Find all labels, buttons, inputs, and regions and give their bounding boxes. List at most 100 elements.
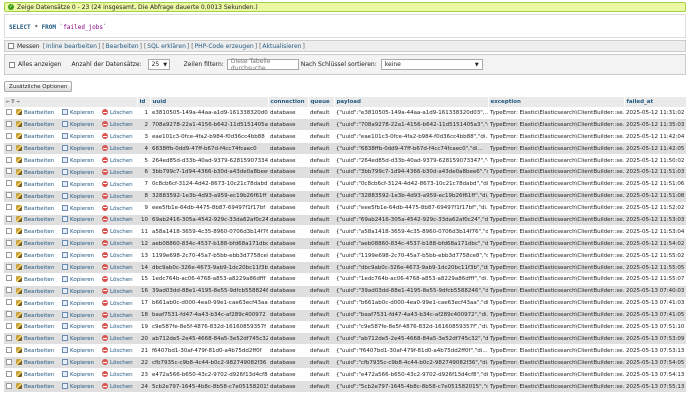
row-copy-action[interactable]: Kopieren — [60, 308, 100, 322]
row-copy-action[interactable]: Kopieren — [60, 106, 100, 119]
row-delete-action[interactable]: Löschen — [100, 165, 137, 179]
row-copy-action[interactable]: Kopieren — [60, 177, 100, 191]
row-checkbox[interactable] — [6, 370, 12, 377]
row-delete-action[interactable]: Löschen — [100, 284, 137, 298]
header-exception[interactable]: exception — [488, 97, 625, 107]
header-queue[interactable]: queue — [308, 97, 335, 107]
row-delete-action[interactable]: Löschen — [100, 296, 137, 310]
row-checkbox[interactable] — [6, 144, 12, 151]
profiling-checkbox[interactable] — [8, 43, 14, 49]
row-delete-action[interactable]: Löschen — [100, 332, 137, 345]
row-edit-action[interactable]: Bearbeiten — [14, 165, 60, 179]
show-all-checkbox[interactable] — [9, 61, 15, 68]
row-copy-action[interactable]: Kopieren — [60, 213, 100, 226]
row-delete-action[interactable]: Löschen — [100, 261, 137, 274]
row-copy-action[interactable]: Kopieren — [60, 344, 100, 357]
row-checkbox[interactable] — [6, 156, 12, 163]
row-copy-action[interactable]: Kopieren — [60, 356, 100, 369]
row-checkbox[interactable] — [6, 287, 12, 294]
row-edit-action[interactable]: Bearbeiten — [14, 261, 60, 274]
row-edit-action[interactable]: Bearbeiten — [14, 344, 60, 357]
row-delete-action[interactable]: Löschen — [100, 189, 137, 203]
row-delete-action[interactable]: Löschen — [100, 118, 137, 131]
row-edit-action[interactable]: Bearbeiten — [14, 320, 60, 333]
row-copy-action[interactable]: Kopieren — [60, 165, 100, 179]
create-php-link[interactable]: PHP-Code erzeugen — [195, 43, 254, 50]
inline-edit-link[interactable]: Inline bearbeiten — [46, 43, 97, 50]
row-checkbox[interactable] — [6, 192, 12, 199]
row-edit-action[interactable]: Bearbeiten — [14, 284, 60, 298]
row-copy-action[interactable]: Kopieren — [60, 225, 100, 238]
row-edit-action[interactable]: Bearbeiten — [14, 272, 60, 286]
row-edit-action[interactable]: Bearbeiten — [14, 225, 60, 238]
row-edit-action[interactable]: Bearbeiten — [14, 379, 60, 393]
row-edit-action[interactable]: Bearbeiten — [14, 130, 60, 143]
row-checkbox[interactable] — [6, 382, 12, 389]
row-copy-action[interactable]: Kopieren — [60, 379, 100, 393]
row-delete-action[interactable]: Löschen — [100, 154, 137, 167]
row-copy-action[interactable]: Kopieren — [60, 189, 100, 203]
refresh-link[interactable]: Aktualisieren — [262, 43, 301, 50]
row-delete-action[interactable]: Löschen — [100, 201, 137, 215]
row-checkbox[interactable] — [6, 239, 12, 246]
header-uuid[interactable]: uuid — [150, 97, 269, 107]
row-checkbox[interactable] — [6, 215, 12, 222]
row-edit-action[interactable]: Bearbeiten — [14, 368, 60, 381]
row-delete-action[interactable]: Löschen — [100, 142, 137, 155]
row-delete-action[interactable]: Löschen — [100, 356, 137, 369]
row-checkbox[interactable] — [6, 322, 12, 329]
row-edit-action[interactable]: Bearbeiten — [14, 189, 60, 203]
row-copy-action[interactable]: Kopieren — [60, 237, 100, 250]
filter-rows-input[interactable]: Diese Tabelle durchsuche — [226, 58, 299, 72]
row-edit-action[interactable]: Bearbeiten — [14, 177, 60, 191]
explain-sql-link[interactable]: SQL erklären — [147, 43, 186, 50]
row-copy-action[interactable]: Kopieren — [60, 272, 100, 286]
row-checkbox[interactable] — [6, 334, 12, 341]
row-delete-action[interactable]: Löschen — [100, 213, 137, 226]
header-failed-at[interactable]: failed_at — [624, 97, 687, 107]
row-copy-action[interactable]: Kopieren — [60, 249, 100, 262]
row-copy-action[interactable]: Kopieren — [60, 201, 100, 215]
row-copy-action[interactable]: Kopieren — [60, 320, 100, 333]
row-copy-action[interactable]: Kopieren — [60, 296, 100, 310]
edit-link[interactable]: Bearbeiten — [106, 43, 139, 50]
row-delete-action[interactable]: Löschen — [100, 130, 137, 143]
rows-count-select[interactable]: 25 ▼ — [147, 59, 170, 70]
row-edit-action[interactable]: Bearbeiten — [14, 237, 60, 250]
row-checkbox[interactable] — [6, 108, 12, 115]
row-edit-action[interactable]: Bearbeiten — [14, 332, 60, 345]
row-checkbox[interactable] — [6, 180, 12, 187]
row-delete-action[interactable]: Löschen — [100, 177, 137, 191]
header-id[interactable]: id — [137, 97, 151, 107]
row-checkbox[interactable] — [6, 204, 12, 211]
row-checkbox[interactable] — [6, 251, 12, 258]
row-checkbox[interactable] — [6, 120, 12, 127]
row-copy-action[interactable]: Kopieren — [60, 142, 100, 155]
row-checkbox[interactable] — [6, 275, 12, 282]
row-checkbox[interactable] — [6, 299, 12, 306]
row-copy-action[interactable]: Kopieren — [60, 368, 100, 381]
row-checkbox[interactable] — [6, 346, 12, 353]
row-edit-action[interactable]: Bearbeiten — [14, 296, 60, 310]
row-delete-action[interactable]: Löschen — [100, 272, 137, 286]
row-delete-action[interactable]: Löschen — [100, 308, 137, 322]
row-copy-action[interactable]: Kopieren — [60, 332, 100, 345]
row-copy-action[interactable]: Kopieren — [60, 154, 100, 167]
row-delete-action[interactable]: Löschen — [100, 106, 137, 119]
header-connection[interactable]: connection — [268, 97, 309, 107]
row-edit-action[interactable]: Bearbeiten — [14, 308, 60, 322]
sort-by-key-select[interactable]: keine ▼ — [380, 59, 483, 70]
row-checkbox[interactable] — [6, 132, 12, 139]
row-edit-action[interactable]: Bearbeiten — [14, 106, 60, 119]
row-copy-action[interactable]: Kopieren — [60, 261, 100, 274]
row-edit-action[interactable]: Bearbeiten — [14, 118, 60, 131]
row-edit-action[interactable]: Bearbeiten — [14, 356, 60, 369]
row-edit-action[interactable]: Bearbeiten — [14, 213, 60, 226]
row-copy-action[interactable]: Kopieren — [60, 118, 100, 131]
header-payload[interactable]: payload — [334, 97, 489, 107]
row-delete-action[interactable]: Löschen — [100, 368, 137, 381]
row-delete-action[interactable]: Löschen — [100, 379, 137, 393]
extra-options-button[interactable]: Zusätzliche Optionen — [4, 81, 73, 92]
row-checkbox[interactable] — [6, 263, 12, 270]
row-edit-action[interactable]: Bearbeiten — [14, 201, 60, 215]
